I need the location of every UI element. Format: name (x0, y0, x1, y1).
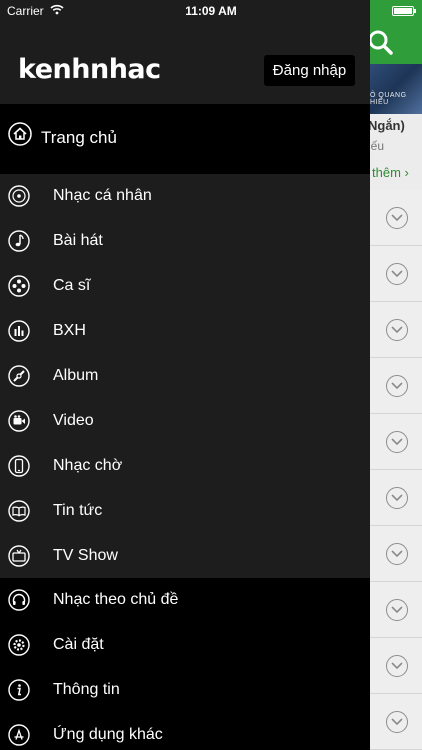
nav-item-album[interactable]: Album (0, 354, 370, 399)
chart-icon (8, 320, 30, 342)
nav-label: Album (53, 367, 99, 384)
app-logo: kenhnhac (18, 54, 161, 85)
nav-item-other-apps[interactable]: Ứng dụng khác (0, 713, 370, 750)
nav-label: Video (53, 412, 94, 429)
login-button[interactable]: Đăng nhập (264, 55, 355, 86)
nav-label: Ca sĩ (53, 277, 91, 294)
nav-item-music-by-topic[interactable]: Nhạc theo chủ đề (0, 578, 370, 623)
music-note-icon (8, 230, 30, 252)
nav-label: Nhạc cá nhân (53, 187, 152, 204)
nav-item-news[interactable]: Tin tức (0, 489, 370, 534)
tv-icon (8, 545, 30, 567)
banner-text: Ô QUANG HIẾU (370, 92, 407, 106)
nav-label: BXH (53, 322, 86, 339)
nav-label: TV Show (53, 547, 118, 564)
home-icon (8, 122, 32, 146)
chevron-down-icon[interactable] (386, 487, 408, 509)
nav-label: Bài hát (53, 232, 103, 249)
settings-icon (8, 634, 30, 656)
nav-item-tv-show[interactable]: TV Show (0, 534, 370, 579)
nav-label: Nhạc theo chủ đề (53, 591, 179, 608)
chevron-down-icon[interactable] (386, 655, 408, 677)
chevron-down-icon[interactable] (386, 599, 408, 621)
nav-item-video[interactable]: Video (0, 399, 370, 444)
home-label: Trang chủ (41, 128, 117, 147)
chevron-down-icon[interactable] (386, 375, 408, 397)
nav-item-songs[interactable]: Bài hát (0, 219, 370, 264)
nav-item-charts[interactable]: BXH (0, 309, 370, 354)
headphones-icon (8, 589, 30, 611)
book-icon (8, 500, 30, 522)
battery-icon (392, 6, 416, 16)
video-camera-icon (8, 410, 30, 432)
album-icon (8, 365, 30, 387)
info-icon (8, 679, 30, 701)
phone-icon (8, 455, 30, 477)
chevron-down-icon[interactable] (386, 263, 408, 285)
film-reel-icon (8, 275, 30, 297)
chevron-down-icon[interactable] (386, 543, 408, 565)
more-link[interactable]: thêm › (372, 165, 409, 180)
nav-label: Cài đặt (53, 636, 104, 653)
side-drawer: kenhnhac Đăng nhập Trang chủ Nhạc cá nhâ… (0, 0, 370, 750)
chevron-down-icon[interactable] (386, 431, 408, 453)
status-bar: Carrier 11:09 AM (0, 0, 422, 22)
nav-item-personal-music[interactable]: Nhạc cá nhân (0, 174, 370, 219)
nav-item-ringback[interactable]: Nhạc chờ (0, 444, 370, 489)
chevron-down-icon[interactable] (386, 207, 408, 229)
nav-label: Ứng dụng khác (53, 726, 163, 743)
nav-item-singers[interactable]: Ca sĩ (0, 264, 370, 309)
more-link-label: thêm (372, 165, 401, 180)
nav-item-info[interactable]: Thông tin (0, 668, 370, 713)
app-store-icon (8, 724, 30, 746)
featured-title: Ngắn) (368, 118, 405, 133)
chevron-down-icon[interactable] (386, 319, 408, 341)
nav-label: Nhạc chờ (53, 457, 123, 474)
search-icon[interactable] (366, 28, 394, 56)
personal-music-icon (8, 185, 30, 207)
nav-label: Thông tin (53, 681, 120, 698)
nav-item-settings[interactable]: Cài đặt (0, 623, 370, 668)
featured-subtitle: iếu (368, 139, 385, 153)
chevron-down-icon[interactable] (386, 711, 408, 733)
clock: 11:09 AM (185, 4, 237, 18)
nav-label: Tin tức (53, 502, 103, 519)
